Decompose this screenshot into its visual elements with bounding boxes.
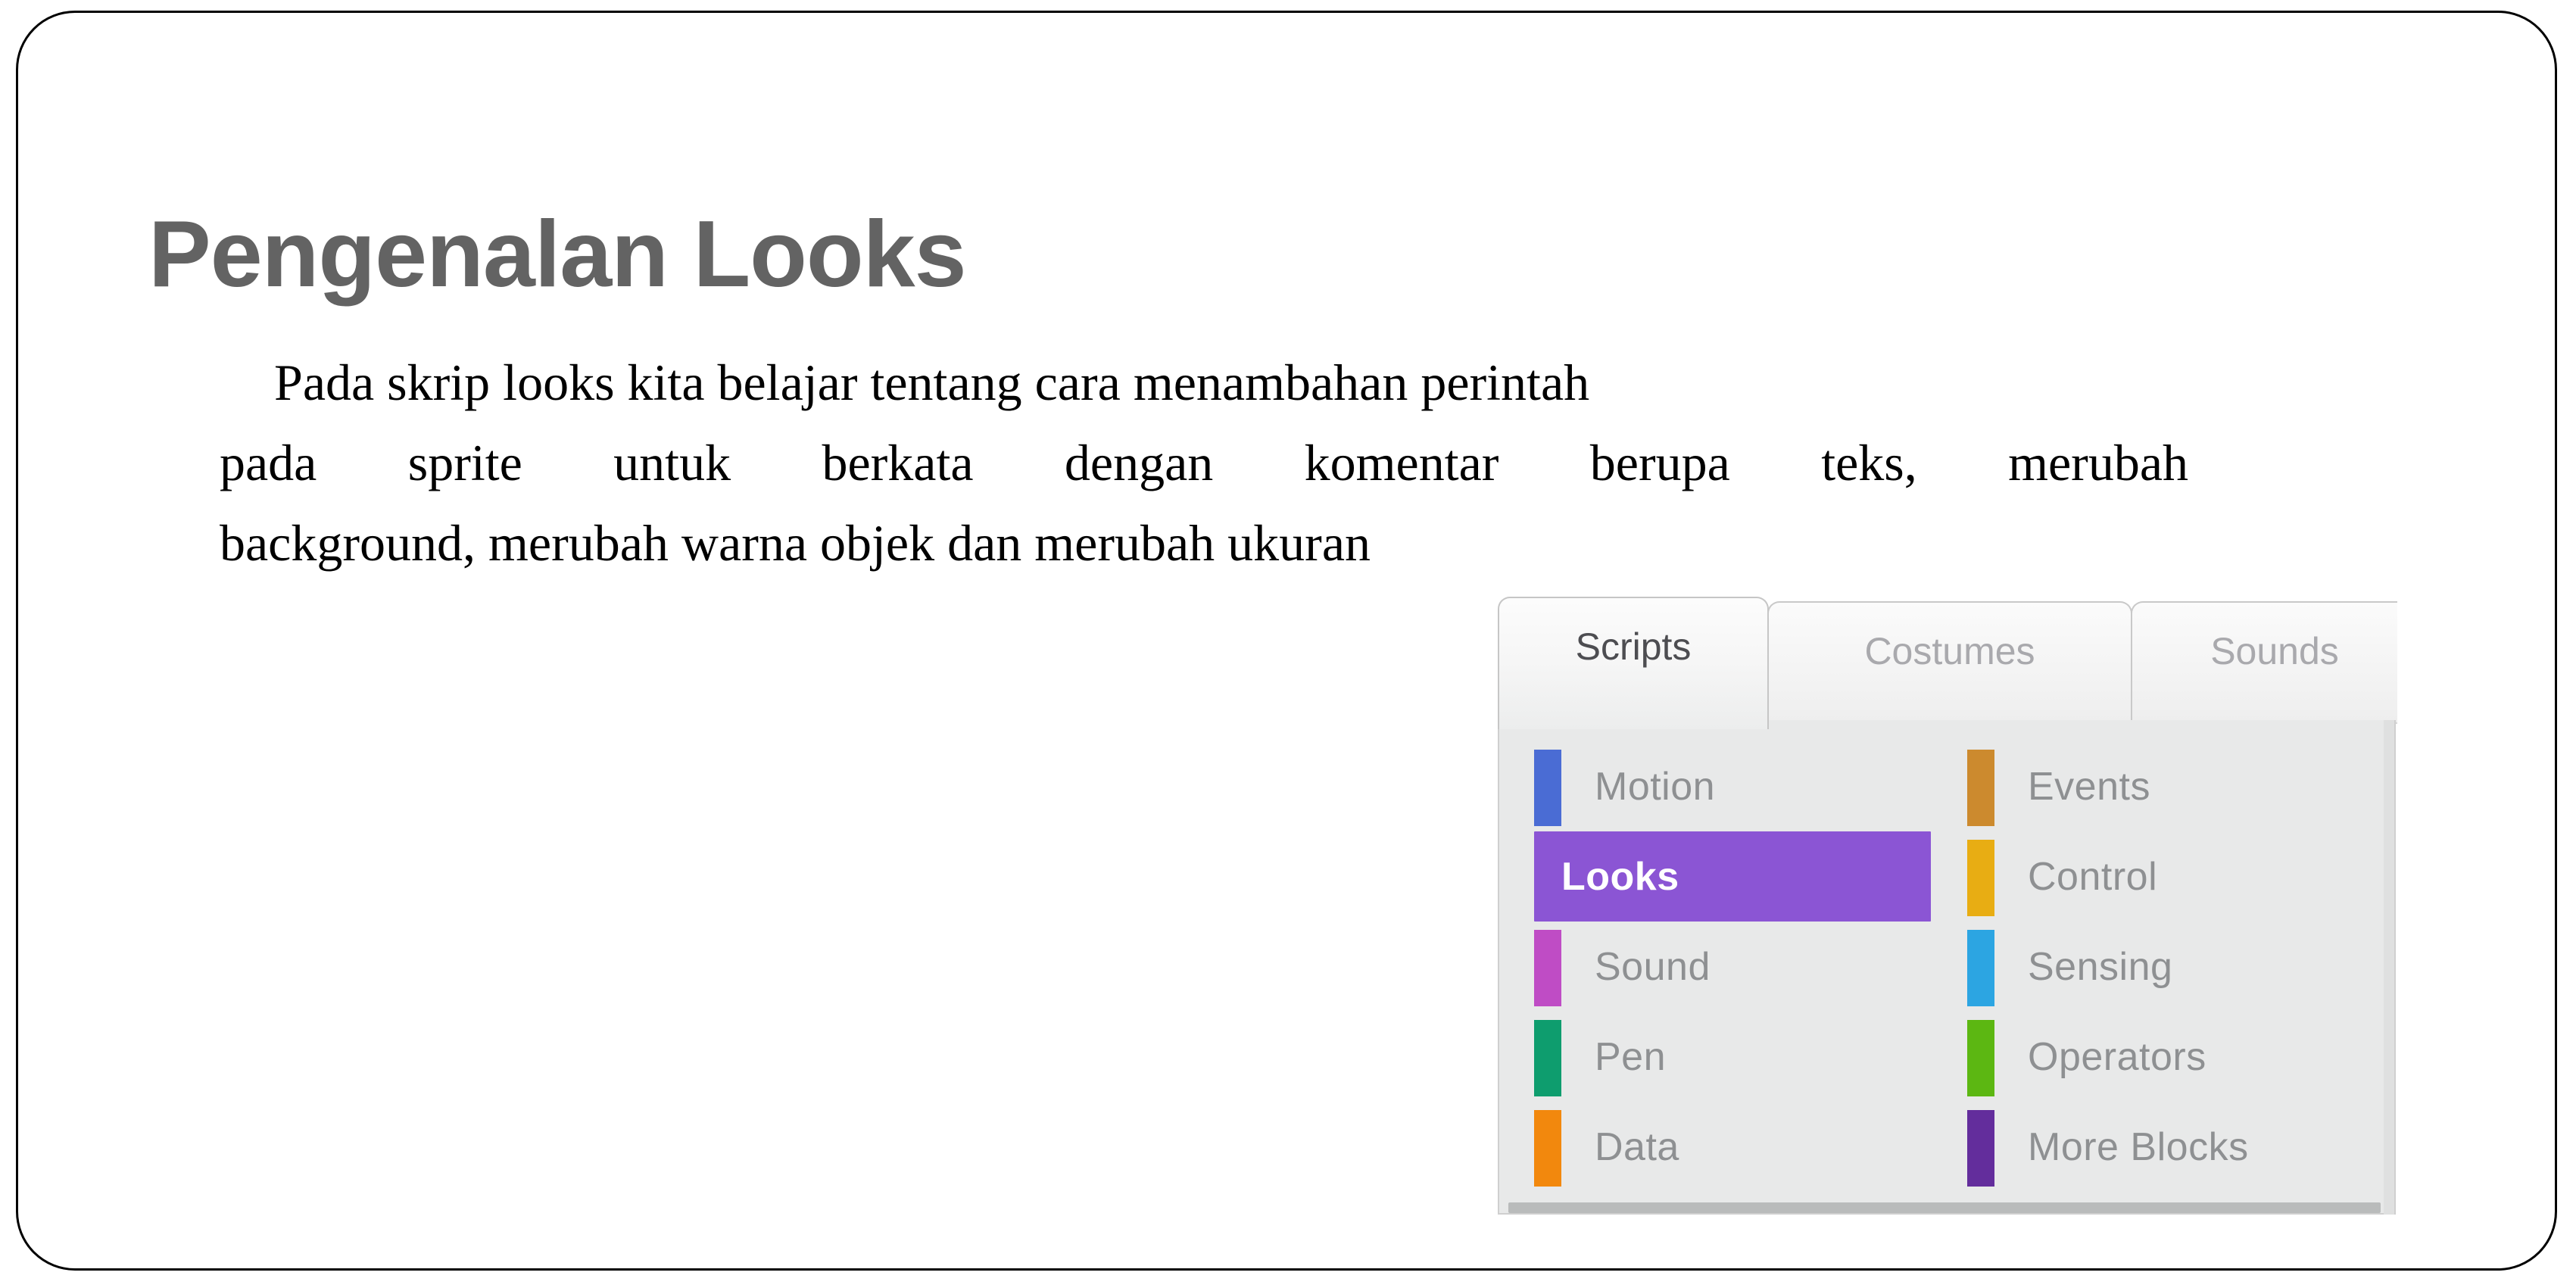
category-label: Looks [1561,854,1679,899]
category-label: Sound [1595,944,1711,989]
panel-tab-bar: Scripts Costumes Sounds [1498,597,2397,729]
motion-color-swatch-icon [1534,750,1561,826]
scratch-block-palette-panel: Scripts Costumes Sounds Motion Looks Sou… [1498,597,2397,1215]
body-paragraph: Pada skrip looks kita belajar tentang ca… [220,342,2188,583]
page-title: Pengenalan Looks [148,202,967,307]
slide: Pengenalan Looks Pada skrip looks kita b… [0,0,2576,1288]
pen-color-swatch-icon [1534,1020,1561,1096]
body-paragraph-line-1: Pada skrip looks kita belajar tentang ca… [274,354,1590,411]
panel-horizontal-scrollbar[interactable] [1508,1202,2381,1213]
panel-scroll-gutter[interactable] [2384,720,2394,1215]
panel-content-area: Motion Looks Sound Pen Data Events Contr… [1498,720,2396,1215]
category-label: Sensing [2028,944,2173,989]
body-paragraph-line-3: background, merubah warna objek dan meru… [220,514,1371,572]
category-label: Operators [2028,1034,2206,1079]
operators-color-swatch-icon [1967,1020,1994,1096]
category-item-events[interactable]: Events [1967,741,2361,831]
tab-scripts[interactable]: Scripts [1498,597,1769,729]
more-blocks-color-swatch-icon [1967,1110,1994,1187]
data-color-swatch-icon [1534,1110,1561,1187]
events-color-swatch-icon [1967,750,1994,826]
category-label: Events [2028,764,2150,809]
category-item-sound[interactable]: Sound [1534,922,1931,1012]
tab-sounds[interactable]: Sounds [2131,601,2397,724]
category-label: Control [2028,854,2158,899]
category-item-data[interactable]: Data [1534,1102,1931,1192]
category-item-looks[interactable]: Looks [1534,831,1931,922]
category-item-more-blocks[interactable]: More Blocks [1967,1102,2361,1192]
category-item-operators[interactable]: Operators [1967,1012,2361,1102]
category-label: Pen [1595,1034,1667,1079]
category-item-motion[interactable]: Motion [1534,741,1931,831]
category-item-sensing[interactable]: Sensing [1967,922,2361,1012]
sound-color-swatch-icon [1534,930,1561,1006]
category-label: Data [1595,1124,1679,1169]
body-paragraph-line-2: pada sprite untuk berkata dengan komenta… [220,434,2188,491]
category-column-right: Events Control Sensing Operators More Bl… [1967,741,2361,1192]
control-color-swatch-icon [1967,840,1994,916]
sensing-color-swatch-icon [1967,930,1994,1006]
category-column-left: Motion Looks Sound Pen Data [1534,741,1931,1192]
category-item-control[interactable]: Control [1967,831,2361,922]
category-label: More Blocks [2028,1124,2249,1169]
category-label: Motion [1595,764,1716,809]
tab-costumes[interactable]: Costumes [1767,601,2132,724]
category-item-pen[interactable]: Pen [1534,1012,1931,1102]
